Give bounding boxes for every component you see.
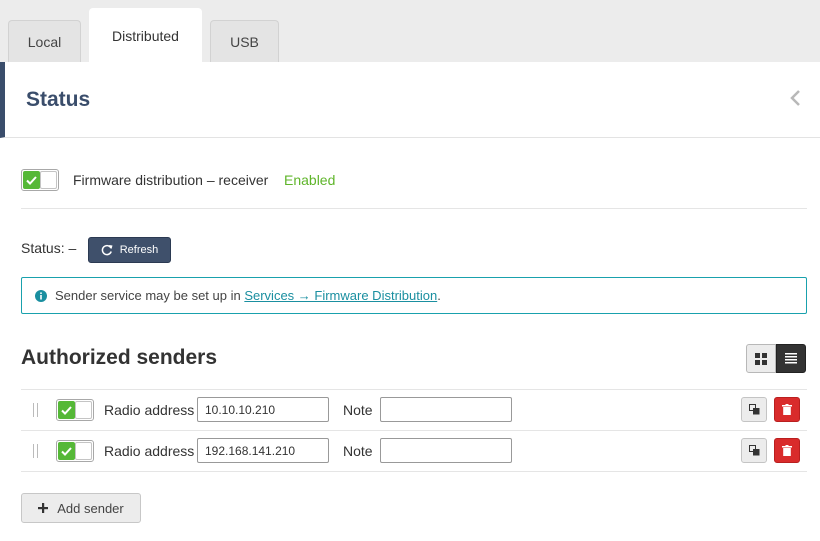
toggle-knob bbox=[75, 401, 92, 419]
receiver-toggle-label: Firmware distribution – receiver bbox=[73, 172, 269, 188]
delete-button[interactable] bbox=[774, 438, 800, 463]
note-input[interactable] bbox=[380, 397, 512, 422]
info-box: Sender service may be set up in Services… bbox=[21, 277, 807, 314]
grid-icon bbox=[755, 352, 767, 365]
tab-label: Local bbox=[27, 33, 62, 50]
check-icon bbox=[23, 171, 40, 189]
check-icon bbox=[58, 442, 75, 460]
radio-address-input[interactable] bbox=[197, 438, 329, 463]
status-text: Status: – bbox=[21, 240, 77, 256]
receiver-toggle[interactable] bbox=[21, 169, 59, 191]
row-divider bbox=[21, 471, 807, 472]
tab-bar: Local Distributed USB bbox=[0, 0, 820, 62]
note-input[interactable] bbox=[380, 438, 512, 463]
copy-icon bbox=[748, 404, 759, 415]
add-sender-label: Add sender bbox=[57, 500, 124, 516]
info-text: Sender service may be set up in bbox=[55, 288, 245, 303]
row-divider bbox=[21, 389, 807, 390]
page-title: Status bbox=[26, 88, 91, 111]
note-label: Note bbox=[343, 443, 373, 459]
receiver-state: Enabled bbox=[284, 172, 336, 188]
add-sender-button[interactable]: Add sender bbox=[21, 493, 141, 523]
copy-icon bbox=[748, 445, 759, 456]
trash-icon bbox=[782, 404, 792, 415]
status-header: Status bbox=[0, 62, 820, 138]
note-label: Note bbox=[343, 402, 373, 418]
sender-toggle[interactable] bbox=[56, 399, 94, 421]
tab-usb[interactable]: USB bbox=[210, 20, 279, 62]
toggle-knob bbox=[40, 171, 57, 189]
list-icon bbox=[785, 353, 797, 364]
divider bbox=[21, 208, 807, 209]
trash-icon bbox=[782, 445, 792, 456]
radio-address-label: Radio address bbox=[104, 443, 195, 459]
check-icon bbox=[58, 401, 75, 419]
refresh-label: Refresh bbox=[119, 244, 159, 256]
services-link[interactable]: Services → Firmware Distribution bbox=[244, 288, 437, 303]
list-view-button[interactable] bbox=[776, 344, 806, 373]
info-icon bbox=[35, 289, 47, 302]
tab-label: USB bbox=[230, 33, 259, 50]
plus-icon bbox=[38, 503, 49, 513]
tab-label: Distributed bbox=[112, 27, 179, 44]
chevron-left-icon[interactable] bbox=[788, 88, 802, 108]
toggle-knob bbox=[75, 442, 92, 460]
refresh-icon bbox=[101, 244, 113, 256]
info-suffix: . bbox=[437, 288, 441, 303]
copy-button[interactable] bbox=[741, 397, 767, 422]
copy-button[interactable] bbox=[741, 438, 767, 463]
refresh-button[interactable]: Refresh bbox=[88, 237, 171, 263]
tab-distributed[interactable]: Distributed bbox=[89, 8, 202, 62]
drag-handle[interactable] bbox=[33, 403, 39, 417]
tab-local[interactable]: Local bbox=[8, 20, 81, 62]
drag-handle[interactable] bbox=[33, 444, 39, 458]
row-divider bbox=[21, 430, 807, 431]
grid-view-button[interactable] bbox=[746, 344, 776, 373]
radio-address-label: Radio address bbox=[104, 402, 195, 418]
section-title: Authorized senders bbox=[21, 346, 218, 369]
delete-button[interactable] bbox=[774, 397, 800, 422]
radio-address-input[interactable] bbox=[197, 397, 329, 422]
sender-toggle[interactable] bbox=[56, 440, 94, 462]
